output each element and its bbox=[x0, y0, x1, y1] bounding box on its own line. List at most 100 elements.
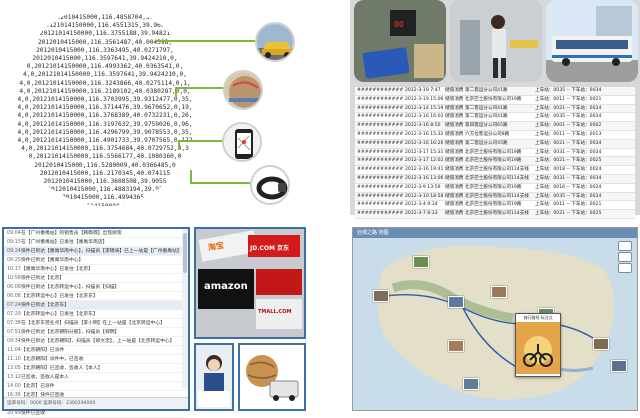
list-item[interactable]: 09:25快件已到达【番禺华南中心】 bbox=[4, 256, 188, 265]
list-item-text: 快件已到达【北京朝阳】，扫描员【郑文忠】，上一站是【北京转运中心】 bbox=[21, 339, 175, 344]
list-item-time: 11:10 bbox=[7, 357, 21, 362]
table-cell: 储值消费 bbox=[445, 114, 463, 120]
table-cell: 2012-3-7 8:33 bbox=[405, 211, 438, 217]
list-item[interactable]: 07:24快件已到达【北京东】 bbox=[4, 301, 188, 310]
svg-text:00: 00 bbox=[394, 20, 404, 29]
list-item-time: 09:25 bbox=[7, 258, 21, 263]
transit-panel: 00 ################2012-3-19 7:47储值消费第二客… bbox=[350, 0, 640, 219]
list-item[interactable]: 07:29【北京转运中心】已发往【北京东】 bbox=[4, 310, 188, 319]
list-item[interactable]: 11:04【北京朝阳】已派件 bbox=[4, 346, 188, 355]
layer-button[interactable] bbox=[618, 263, 632, 273]
popup-title: 骑行路线 标注点 bbox=[523, 315, 553, 320]
table-cell: 上车站：0011 -- 下车站：0021 bbox=[535, 202, 602, 208]
list-item[interactable]: 09:24快件已到达【番禺华南中心】，扫描员【李锦涛】已上一站是【广州番禺站】 bbox=[4, 247, 188, 256]
connector-line bbox=[175, 87, 177, 97]
table-cell: 2012-3-9 13:59 bbox=[405, 184, 441, 190]
table-cell: 储值消费 bbox=[445, 149, 463, 155]
list-item[interactable]: 10:17【番禺华南中心】已发往【北京】 bbox=[4, 265, 188, 274]
table-cell: 储值消费 bbox=[445, 131, 463, 137]
list-item-time: 07:29 bbox=[7, 312, 21, 317]
table-cell: 第四客运分公司65路 bbox=[465, 123, 508, 129]
table-cell: 上车站：0021 -- 下车站：0034 bbox=[535, 105, 602, 111]
table-cell: 2012-3-16 8:50 bbox=[405, 123, 441, 129]
list-item[interactable]: 07:51快件已到达【北京朝阳分部】，扫描员【郑明】 bbox=[4, 328, 188, 337]
gps-data-sphere: 2012010415000,116.4858704,39.9 2012101415… bbox=[10, 6, 200, 206]
city-bus-photo bbox=[546, 0, 638, 82]
list-item[interactable]: 06:08快件已到达【北京转运中心】，扫描员【扫描】 bbox=[4, 283, 188, 292]
table-cell: ################ bbox=[357, 211, 403, 217]
list-item[interactable]: 13:05【北京朝阳】已签收，签收人【本人】 bbox=[4, 364, 188, 373]
table-cell: ################ bbox=[357, 167, 403, 173]
gps-line: 2012010415000,116.3608508,39.9055 bbox=[43, 178, 167, 186]
list-item-time: 10:17 bbox=[7, 267, 21, 272]
gps-line: 4,0,20121014150000,116.3754684,40.072975… bbox=[21, 145, 189, 153]
gps-line: 2012010415000,116.4858704,39.9 bbox=[49, 14, 161, 21]
table-cell: 北京巴士股份有限公司19路 bbox=[465, 184, 522, 190]
table-cell: 上车站：0035 -- 下车站：0034 bbox=[535, 114, 602, 120]
photo-pin[interactable] bbox=[611, 360, 627, 372]
list-item[interactable]: 11:10【北京朝阳】派件中，已签收 bbox=[4, 355, 188, 364]
table-cell: ################ bbox=[357, 114, 403, 120]
table-cell: 储值消费 bbox=[445, 193, 463, 199]
gps-line: 0,20121014150000,116.4993362,40.0363541,… bbox=[26, 63, 184, 71]
list-item-time: 09:34 bbox=[7, 339, 21, 344]
photo-pin[interactable] bbox=[463, 378, 479, 390]
connector-line bbox=[155, 40, 255, 42]
table-cell: 储值消费 bbox=[445, 140, 463, 146]
table-row: ################2012-3-17 12:02储值消费北京巴士股… bbox=[355, 157, 635, 167]
gps-line: 4,0,20121014150000,116.3597641,39.942421… bbox=[23, 71, 187, 79]
gps-coordinate-lines: 2012010415000,116.4858704,39.9 2012101415… bbox=[10, 14, 200, 206]
table-cell: 2012-3-4 9:34 bbox=[405, 202, 438, 208]
photo-pin[interactable] bbox=[593, 338, 609, 350]
table-cell: 2012-3-16 19:41 bbox=[405, 167, 443, 173]
gps-line: 20121014150000,116.4551315,39.9600 bbox=[41, 22, 169, 30]
table-cell: 第二客运分公司41路 bbox=[465, 88, 508, 93]
table-cell: 储值消费 bbox=[445, 88, 463, 93]
photo-pin[interactable] bbox=[448, 340, 464, 352]
table-row: ################2012-3-16 13:06储值消费北京巴士股… bbox=[355, 174, 635, 184]
photo-pin[interactable] bbox=[448, 296, 464, 308]
photo-pin[interactable] bbox=[373, 290, 389, 302]
list-item[interactable]: 10:58快件已到达【北京】 bbox=[4, 274, 188, 283]
list-item-text: 【北京朝阳】派件中，已签收 bbox=[21, 357, 84, 362]
list-item[interactable]: 09:34快件已到达【北京朝阳】，扫描员【郑文忠】，上一站是【北京转运中心】 bbox=[4, 337, 188, 346]
zoom-out-button[interactable] bbox=[618, 252, 632, 262]
list-item-time: 10:58 bbox=[7, 276, 21, 281]
zoom-in-button[interactable] bbox=[618, 241, 632, 251]
list-item-text: 已签收，签收人是本人 bbox=[21, 375, 69, 380]
table-cell: 上车站：0011 -- 下车站：0021 bbox=[535, 96, 602, 102]
photo-pin[interactable] bbox=[413, 256, 429, 268]
table-row: ################2012-3-16 16:02储值消费第二客运分… bbox=[355, 113, 635, 123]
table-cell: ################ bbox=[357, 140, 403, 146]
table-row: ################2012-3-16 16:26储值消费第二客运分… bbox=[355, 139, 635, 149]
list-item[interactable]: 09:04在【广州番禺站】的销售员【韩薇薇】出现顾客 bbox=[4, 229, 188, 238]
table-cell: 2012-3-17 12:02 bbox=[405, 158, 443, 164]
list-item[interactable]: 20:49快件已签收 bbox=[4, 409, 188, 418]
list-item-time: 09:24 bbox=[7, 249, 21, 254]
table-row: ################2012-3-16 19:41储值消费北京巴士股… bbox=[355, 166, 635, 175]
table-cell: 上车站：0011 -- 下车站：0013 bbox=[535, 131, 602, 137]
connector-line bbox=[178, 140, 180, 150]
gps-line: 2012010415000,116.4994365,39. bbox=[50, 194, 160, 202]
gps-data-panel: 2012010415000,116.4858704,39.9 2012101415… bbox=[0, 0, 330, 215]
map-info-popup[interactable]: 骑行路线 标注点 bbox=[515, 313, 561, 377]
table-cell: 六方位客运分公司8路 bbox=[465, 131, 510, 137]
list-item[interactable]: 13:12已签收，签收人是本人 bbox=[4, 373, 188, 382]
list-item[interactable]: 09:15在【广州番禺站】已发往【番禺华南店】 bbox=[4, 238, 188, 247]
table-cell: 北京巴士股份有限公司19路 bbox=[465, 96, 522, 102]
photo-pin[interactable] bbox=[491, 286, 507, 298]
list-item[interactable]: 07:38在【北京东营业点】扫描员【李小明】在上一站是【北京转运中心】 bbox=[4, 319, 188, 328]
table-cell: 2012-3-16 15:32 bbox=[405, 131, 443, 137]
china-route-map[interactable]: 丝绸之路 地图 骑行路线 标注点 bbox=[352, 227, 638, 411]
list-item[interactable]: 06:08【北京转运中心】已发往【北京东】 bbox=[4, 292, 188, 301]
list-item-text: 【北京朝阳】已签收，签收人【本人】 bbox=[21, 366, 103, 371]
list-scrollbar[interactable] bbox=[182, 229, 188, 389]
table-cell: 2012-3-16 16:26 bbox=[405, 140, 443, 146]
taxi-icon bbox=[255, 22, 295, 62]
gps-line: 4,0,20121014150000,116.3703995,39.931247… bbox=[17, 96, 193, 104]
table-cell: 储值消费 bbox=[445, 184, 463, 190]
list-item[interactable]: 14:00【北京】已派件 bbox=[4, 382, 188, 391]
list-footer: 运单号码：0000 运单号码：2300194000 bbox=[4, 397, 188, 409]
table-cell: 储值消费 bbox=[445, 167, 463, 173]
tmall-logo: TMALL.COM bbox=[258, 309, 292, 315]
